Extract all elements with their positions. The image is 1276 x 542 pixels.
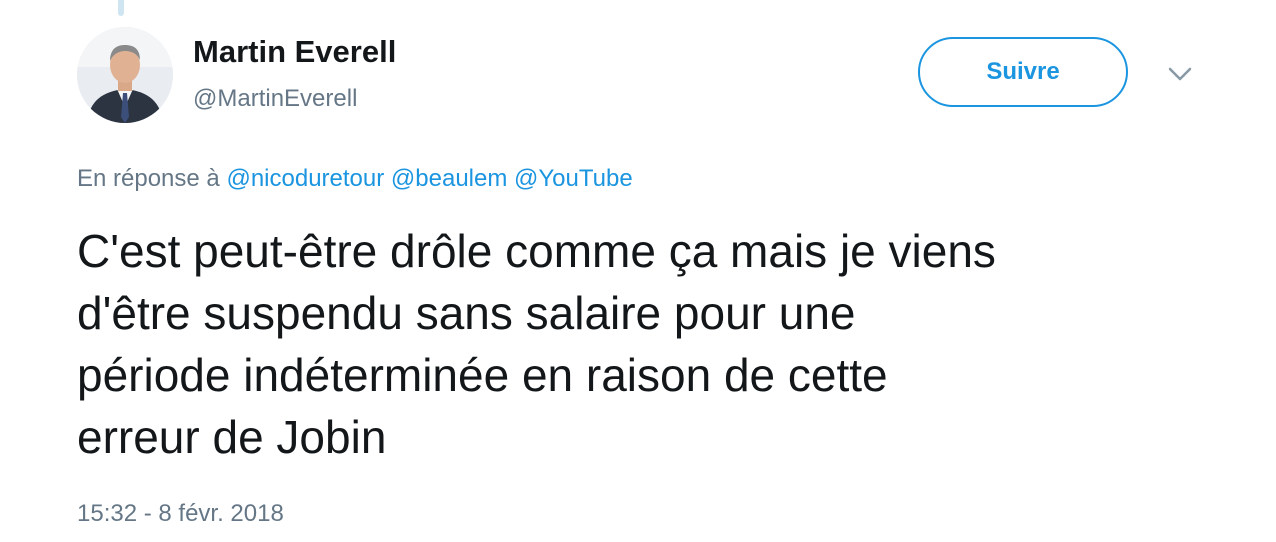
thread-connector-line <box>118 0 124 16</box>
mention-link[interactable]: @YouTube <box>514 165 633 192</box>
tweet-text-line: période indéterminée en raison de cette <box>77 349 888 401</box>
follow-button[interactable]: Suivre <box>918 37 1128 107</box>
author-avatar[interactable] <box>77 27 173 123</box>
mention-link[interactable]: @nicoduretour <box>226 165 384 192</box>
author-handle[interactable]: @MartinEverell <box>193 85 357 113</box>
tweet-text-line: erreur de Jobin <box>77 411 387 463</box>
tweet-text-line: C'est peut-être drôle comme ça mais je v… <box>77 225 996 277</box>
reply-prefix: En réponse à <box>77 165 220 192</box>
author-name[interactable]: Martin Everell <box>193 34 396 70</box>
avatar-photo <box>77 27 173 123</box>
tweet-text-line: d'être suspendu sans salaire pour une <box>77 287 856 339</box>
chevron-down-icon[interactable] <box>1166 62 1194 86</box>
tweet-timestamp[interactable]: 15:32 - 8 févr. 2018 <box>77 500 284 528</box>
reply-context: En réponse à @nicoduretour @beaulem @You… <box>77 165 633 193</box>
tweet-text: C'est peut-être drôle comme ça mais je v… <box>77 220 1237 468</box>
mention-link[interactable]: @beaulem <box>391 165 507 192</box>
